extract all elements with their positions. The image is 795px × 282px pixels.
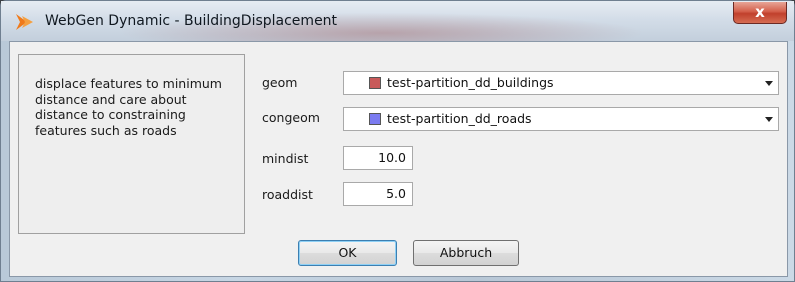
congeom-label: congeom — [262, 110, 320, 125]
roaddist-input[interactable]: 5.0 — [343, 182, 413, 206]
title-bar[interactable]: WebGen Dynamic - BuildingDisplacement x — [1, 1, 794, 41]
geom-color-swatch — [369, 77, 381, 89]
description-panel: displace features to minimum distance an… — [18, 54, 245, 234]
close-button[interactable]: x — [733, 2, 787, 24]
window-title: WebGen Dynamic - BuildingDisplacement — [45, 13, 338, 29]
congeom-color-swatch — [369, 113, 381, 125]
congeom-select-value: test-partition_dd_roads — [387, 111, 532, 126]
close-icon: x — [755, 3, 765, 21]
description-text: displace features to minimum distance an… — [35, 76, 222, 138]
roaddist-label: roaddist — [262, 187, 313, 202]
geom-select[interactable]: test-partition_dd_buildings — [343, 71, 779, 95]
cancel-button[interactable]: Abbruch — [413, 240, 519, 266]
dialog-window: WebGen Dynamic - BuildingDisplacement x … — [0, 0, 795, 282]
mindist-input[interactable]: 10.0 — [343, 146, 413, 170]
webgen-logo-icon — [16, 14, 33, 30]
ok-button[interactable]: OK — [298, 240, 397, 266]
congeom-select[interactable]: test-partition_dd_roads — [343, 107, 779, 131]
mindist-label: mindist — [262, 151, 309, 166]
chevron-down-icon[interactable] — [765, 81, 773, 86]
geom-label: geom — [262, 75, 298, 90]
geom-select-value: test-partition_dd_buildings — [387, 75, 554, 90]
dialog-content: displace features to minimum distance an… — [9, 41, 788, 277]
chevron-down-icon[interactable] — [765, 117, 773, 122]
